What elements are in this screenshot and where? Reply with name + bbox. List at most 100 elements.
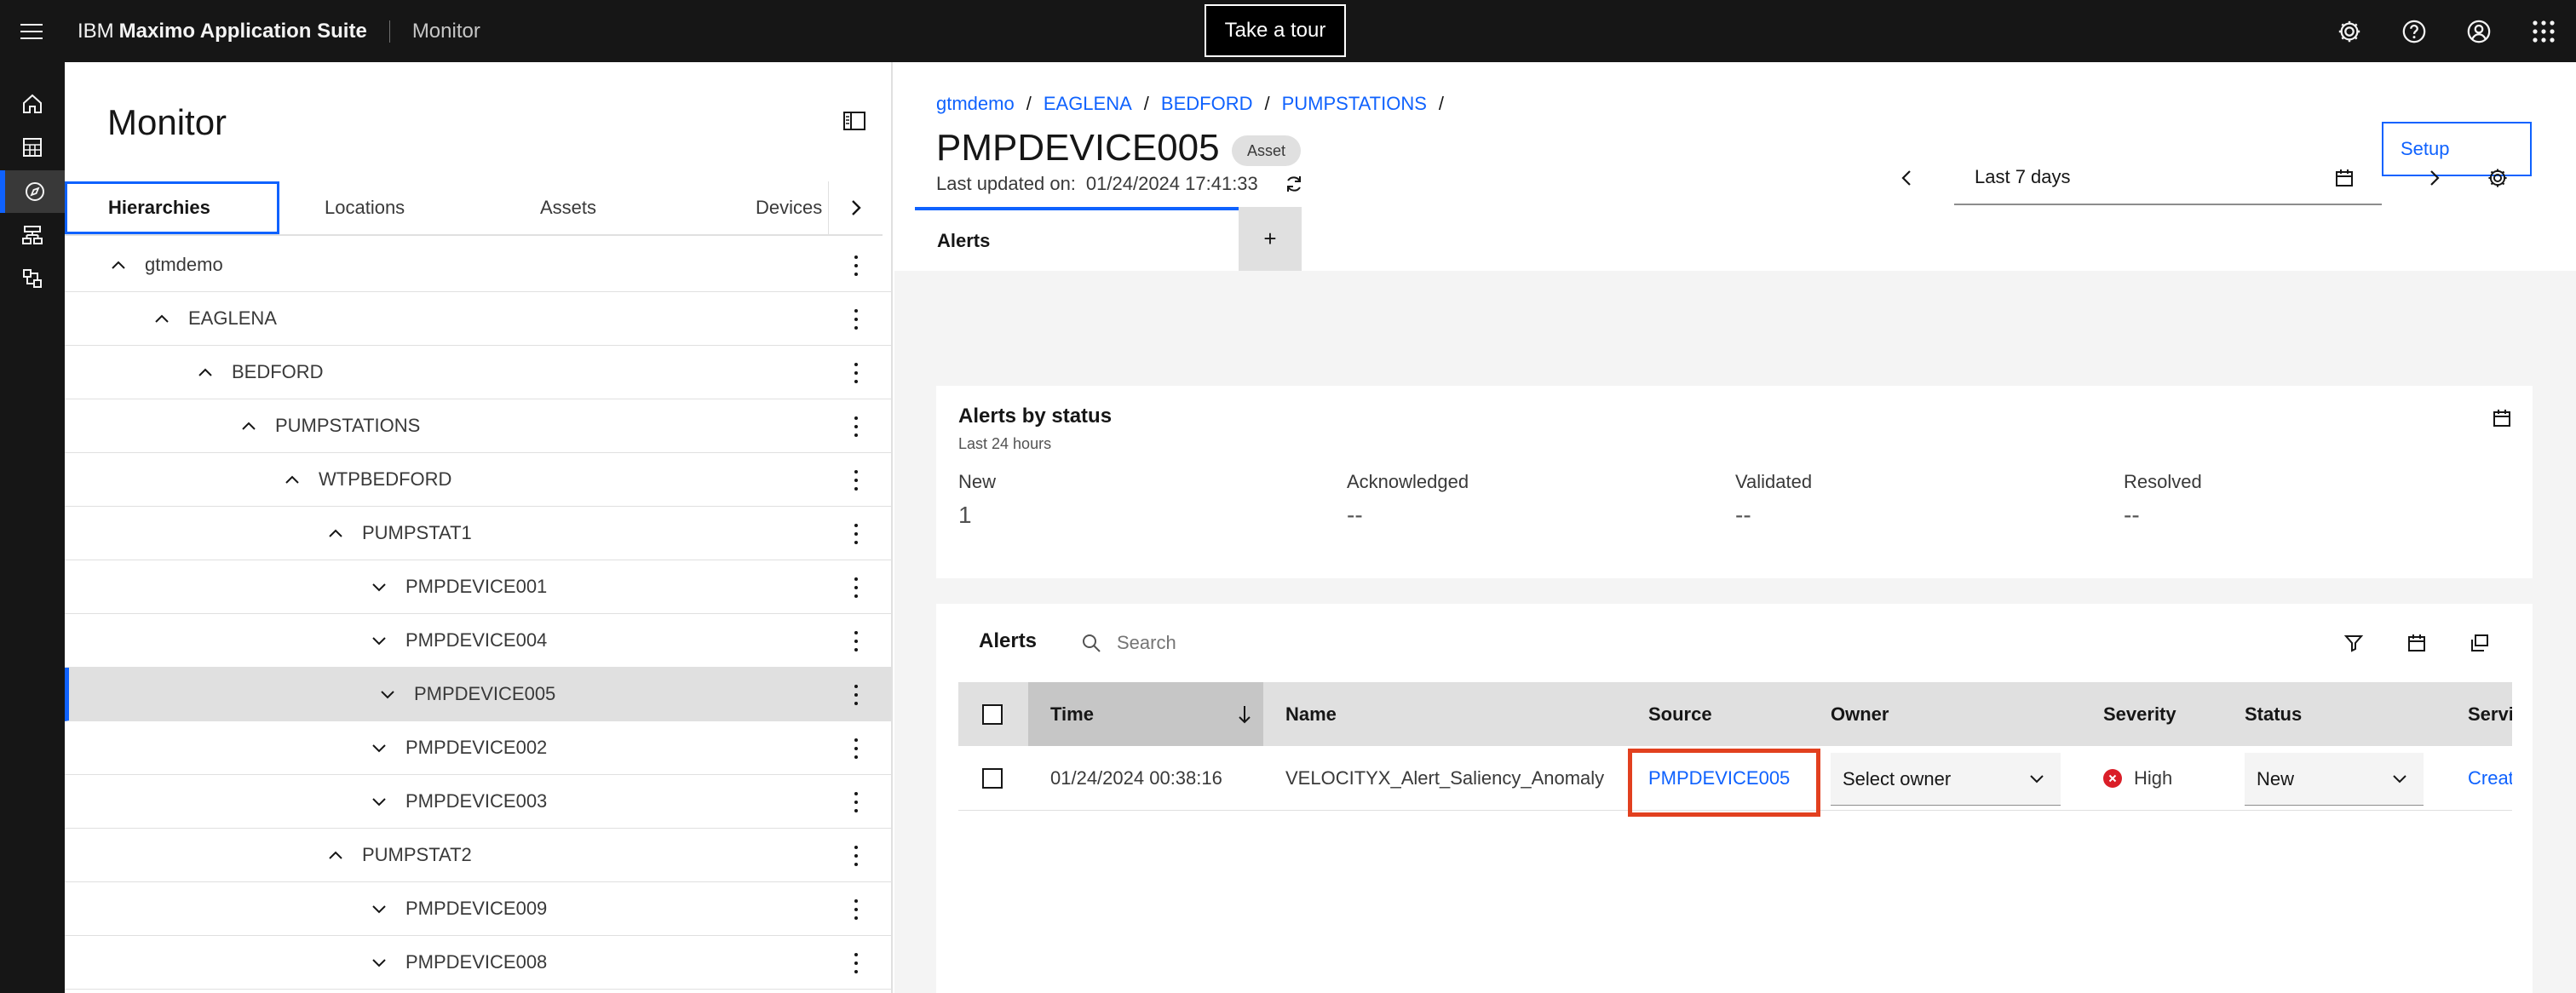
alerts-title: Alerts: [979, 629, 1038, 652]
chevron-down-icon[interactable]: [370, 577, 388, 596]
overflow-menu-icon[interactable]: [852, 309, 860, 330]
rail-home[interactable]: [0, 83, 65, 125]
date-range-picker[interactable]: Last 7 days: [1954, 151, 2382, 205]
select-all-checkbox[interactable]: [982, 703, 1003, 725]
tree-row[interactable]: PMPDEVICE008: [65, 936, 891, 990]
tree-row[interactable]: PMPDEVICE009: [65, 882, 891, 936]
user-profile-button[interactable]: [2447, 0, 2511, 62]
column-service[interactable]: Servi: [2468, 682, 2512, 746]
stat-label: Acknowledged: [1347, 471, 1469, 492]
chevron-down-icon: [2393, 775, 2406, 783]
chevron-up-icon[interactable]: [326, 846, 345, 864]
column-name[interactable]: Name: [1285, 682, 1337, 746]
breadcrumb-gtmdemo[interactable]: gtmdemo: [936, 93, 1015, 115]
hierarchy-panel: Monitor Hierarchies Locations Assets Dev…: [65, 62, 893, 993]
tree-row[interactable]: PMPDEVICE003: [65, 775, 891, 829]
column-source[interactable]: Source: [1648, 682, 1712, 746]
brand[interactable]: IBM Maximo Application Suite: [62, 0, 367, 62]
overflow-menu-icon[interactable]: [852, 738, 860, 759]
last-updated-value: 01/24/2024 17:41:33: [1085, 173, 1258, 194]
tab-devices[interactable]: Devices: [756, 181, 822, 234]
alerts-card: Alerts Search Time Name Source Owner Sev…: [936, 604, 2533, 993]
refresh-button[interactable]: [1284, 174, 1304, 194]
row-checkbox[interactable]: [982, 768, 1003, 789]
rail-dashboard[interactable]: [0, 126, 65, 169]
filter-button[interactable]: [2335, 624, 2372, 662]
main-menu-button[interactable]: [0, 0, 62, 62]
overflow-menu-icon[interactable]: [852, 363, 860, 383]
stat-value: 1: [958, 502, 972, 528]
tree-row[interactable]: PMPDEVICE002: [65, 721, 891, 775]
tree-row[interactable]: BEDFORD: [65, 346, 891, 399]
help-button[interactable]: [2382, 0, 2447, 62]
tree-row[interactable]: PMPDEVICE005: [65, 668, 891, 721]
app-switcher-button[interactable]: [2511, 0, 2576, 62]
tree-row[interactable]: PUMPSTATIONS: [65, 399, 891, 453]
tab-assets[interactable]: Assets: [540, 181, 596, 234]
overflow-menu-icon[interactable]: [852, 792, 860, 812]
chevron-up-icon[interactable]: [109, 255, 128, 274]
chevron-up-icon[interactable]: [326, 524, 345, 542]
chevron-down-icon[interactable]: [370, 953, 388, 972]
status-select[interactable]: New: [2245, 753, 2424, 806]
tree-row[interactable]: PUMPSTAT1: [65, 507, 891, 560]
column-severity[interactable]: Severity: [2103, 682, 2176, 746]
column-time[interactable]: Time: [1028, 682, 1263, 746]
breadcrumb-bedford[interactable]: BEDFORD: [1161, 93, 1253, 115]
stat-label: New: [958, 471, 997, 492]
add-tab-button[interactable]: +: [1239, 207, 1302, 271]
rail-hierarchy[interactable]: [0, 214, 65, 256]
chevron-down-icon[interactable]: [378, 685, 397, 703]
dashboard-settings-button[interactable]: [2481, 161, 2515, 195]
chevron-down-icon[interactable]: [370, 631, 388, 650]
date-range-next-button[interactable]: [2418, 161, 2452, 195]
tabs-scroll-right-button[interactable]: [828, 181, 883, 234]
tree-row[interactable]: PUMPSTAT2: [65, 829, 891, 882]
breadcrumb-eaglena[interactable]: EAGLENA: [1044, 93, 1132, 115]
tree-row[interactable]: EAGLENA: [65, 292, 891, 346]
chevron-up-icon[interactable]: [152, 309, 171, 328]
tree-row[interactable]: PMPDEVICE001: [65, 560, 891, 614]
chevron-right-icon: [851, 200, 861, 215]
breadcrumb-pumpstations[interactable]: PUMPSTATIONS: [1282, 93, 1427, 115]
rail-devices[interactable]: [0, 257, 65, 300]
tab-hierarchies[interactable]: Hierarchies: [65, 181, 279, 234]
overflow-menu-icon[interactable]: [852, 631, 860, 651]
overflow-menu-icon[interactable]: [852, 899, 860, 920]
tab-locations[interactable]: Locations: [325, 181, 405, 234]
alerts-calendar-button[interactable]: [2398, 624, 2435, 662]
chevron-up-icon[interactable]: [239, 416, 258, 435]
tree-row[interactable]: gtmdemo: [65, 238, 891, 292]
alerts-search-input[interactable]: [1117, 632, 1628, 654]
tree-row[interactable]: PMPDEVICE004: [65, 614, 891, 668]
date-range-previous-button[interactable]: [1889, 161, 1923, 195]
rail-monitor[interactable]: [0, 170, 65, 213]
overflow-menu-icon[interactable]: [852, 416, 860, 437]
status-card-calendar-button[interactable]: [2492, 408, 2512, 433]
owner-select[interactable]: Select owner: [1831, 753, 2061, 806]
create-service-request-link[interactable]: Creat: [2468, 746, 2512, 811]
overflow-menu-icon[interactable]: [852, 846, 860, 866]
column-owner[interactable]: Owner: [1831, 682, 1889, 746]
settings-button[interactable]: [2317, 0, 2382, 62]
overflow-menu-icon[interactable]: [852, 524, 860, 544]
chevron-down-icon[interactable]: [370, 738, 388, 757]
chevron-up-icon[interactable]: [283, 470, 302, 489]
tree-node-label: gtmdemo: [145, 254, 223, 275]
chevron-down-icon[interactable]: [370, 792, 388, 811]
chevron-up-icon[interactable]: [196, 363, 215, 382]
tree-node-label: PMPDEVICE005: [414, 683, 556, 704]
overflow-menu-icon[interactable]: [852, 577, 860, 598]
overflow-menu-icon[interactable]: [852, 255, 860, 276]
alerts-by-status-card: Alerts by status Last 24 hours New 1 Ack…: [936, 386, 2533, 578]
expand-card-button[interactable]: [2461, 624, 2498, 662]
overflow-menu-icon[interactable]: [852, 953, 860, 973]
overflow-menu-icon[interactable]: [852, 685, 860, 705]
collapse-panel-button[interactable]: [843, 112, 871, 135]
chevron-down-icon[interactable]: [370, 899, 388, 918]
tab-alerts[interactable]: Alerts: [915, 207, 1239, 271]
take-a-tour-button[interactable]: Take a tour: [1205, 4, 1346, 57]
overflow-menu-icon[interactable]: [852, 470, 860, 491]
column-status[interactable]: Status: [2245, 682, 2302, 746]
tree-row[interactable]: WTPBEDFORD: [65, 453, 891, 507]
